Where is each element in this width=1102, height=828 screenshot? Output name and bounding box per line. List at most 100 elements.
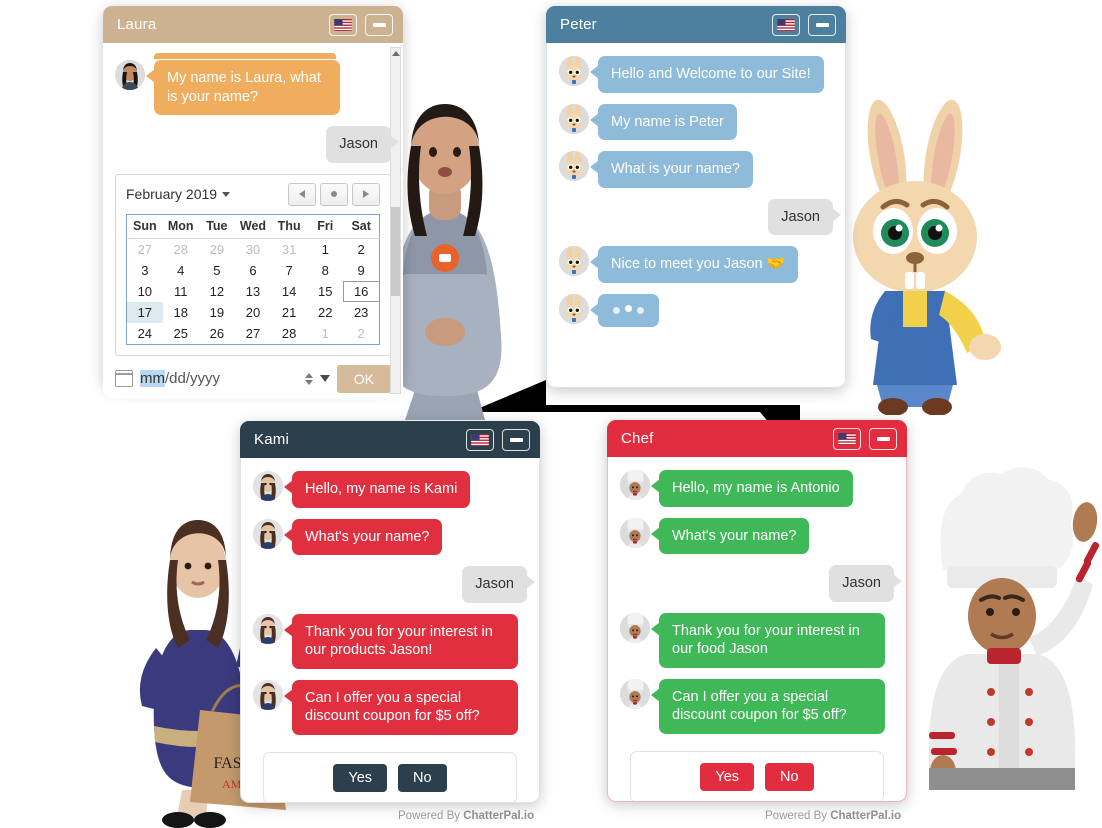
- calendar-week-row: 10 11 12 13 14 15 16: [127, 280, 380, 302]
- calendar-day[interactable]: 4: [163, 260, 199, 281]
- calendar-weekday: Wed: [234, 214, 272, 239]
- calendar-day[interactable]: 15: [307, 281, 343, 302]
- minimize-icon: [876, 436, 890, 441]
- message-row-bot: Hello, my name is Antonio: [620, 470, 894, 507]
- calendar-day[interactable]: 26: [199, 323, 235, 345]
- calendar-day[interactable]: 9: [343, 260, 379, 281]
- chat-widget-laura[interactable]: Laura My name is Laura, what is your nam…: [103, 6, 403, 398]
- us-flag-icon: [471, 433, 489, 446]
- message-bubble: What's your name?: [650, 517, 810, 555]
- message-bubble-user: Jason: [829, 565, 902, 602]
- date-picker-month-label[interactable]: February 2019: [126, 186, 284, 202]
- powered-by-chef: Powered By ChatterPal.io: [765, 810, 901, 822]
- chat-body-peter: Hello and Welcome to our Site! My name i…: [546, 43, 846, 388]
- date-picker-header: February 2019: [126, 182, 380, 206]
- calendar-day[interactable]: 1: [307, 238, 343, 260]
- minimize-button[interactable]: [808, 13, 836, 36]
- calendar-day[interactable]: 11: [163, 281, 199, 302]
- powered-by-prefix: Powered By: [398, 810, 464, 822]
- quick-reply-yes-button[interactable]: Yes: [333, 763, 388, 792]
- message-row-user: Jason: [559, 198, 841, 236]
- calendar-weekday: Sat: [343, 214, 380, 239]
- date-input-segment-mm[interactable]: mm: [140, 370, 165, 388]
- calendar-day[interactable]: 2: [343, 238, 379, 260]
- language-button[interactable]: [466, 428, 494, 451]
- chat-widget-peter[interactable]: Peter Hello and Welcome to our Site! My …: [546, 6, 846, 388]
- scrollbar-thumb[interactable]: [391, 206, 400, 297]
- background: ChatterPal FASHI Laura My name is Laura,…: [0, 0, 1102, 828]
- calendar-day[interactable]: 29: [199, 238, 235, 260]
- date-picker[interactable]: February 2019 Sun Mon Tue Wed Thu Fri Sat 27 28…: [115, 173, 391, 356]
- language-button[interactable]: [772, 13, 800, 36]
- calendar-day[interactable]: 27: [127, 238, 163, 260]
- calendar-day[interactable]: 1: [307, 323, 343, 345]
- message-bubble-user: Jason: [462, 566, 535, 603]
- calendar-day[interactable]: 3: [127, 260, 163, 281]
- message-row-bot: Thank you for your interest in our produ…: [253, 613, 527, 669]
- date-stepper[interactable]: [304, 372, 313, 385]
- avatar-peter: [559, 293, 589, 324]
- calendar-day[interactable]: 16: [343, 280, 380, 302]
- quick-reply-no-button[interactable]: No: [765, 762, 814, 791]
- avatar-kami: [253, 471, 283, 501]
- calendar-day[interactable]: 2: [343, 323, 379, 345]
- avatar-chef: [620, 612, 650, 643]
- calendar-day[interactable]: 8: [307, 260, 343, 281]
- scroll-up-arrow-icon[interactable]: [392, 49, 399, 58]
- next-month-button[interactable]: [352, 182, 380, 206]
- calendar-day[interactable]: 21: [271, 302, 307, 323]
- calendar-day[interactable]: 12: [199, 281, 235, 302]
- quick-reply-no-button[interactable]: No: [398, 763, 447, 792]
- quick-reply-bar: Yes No: [630, 750, 884, 801]
- typing-dot-icon: [637, 306, 644, 314]
- date-input-row[interactable]: mm/dd/yyyy OK: [115, 364, 391, 393]
- calendar-day[interactable]: 22: [307, 302, 343, 323]
- calendar-day[interactable]: 17: [126, 301, 163, 323]
- calendar-day[interactable]: 18: [163, 302, 199, 323]
- calendar-week-row: 24 25 26 27 28 1 2: [127, 323, 380, 345]
- calendar-day[interactable]: 6: [235, 260, 271, 281]
- calendar-day[interactable]: 24: [127, 323, 163, 345]
- widget-title: Peter: [560, 16, 597, 33]
- chat-scrollbar[interactable]: [390, 47, 401, 394]
- calendar-day[interactable]: 20: [235, 302, 271, 323]
- calendar-day[interactable]: 14: [271, 281, 307, 302]
- calendar-day[interactable]: 25: [163, 323, 199, 345]
- language-button[interactable]: [329, 13, 357, 36]
- calendar-grid[interactable]: Sun Mon Tue Wed Thu Fri Sat 27 28 29 30 31 1 2 3 4 5 6 7 8…: [126, 213, 380, 345]
- date-input-value[interactable]: mm/dd/yyyy: [140, 370, 298, 388]
- calendar-day[interactable]: 28: [271, 323, 307, 345]
- calendar-day[interactable]: 19: [199, 302, 235, 323]
- today-button[interactable]: [320, 182, 348, 206]
- typing-dot-icon: [613, 306, 620, 314]
- message-bubble: My name is Peter: [590, 103, 737, 141]
- calendar-day[interactable]: 30: [235, 238, 271, 260]
- language-button[interactable]: [833, 427, 861, 450]
- minimize-button[interactable]: [502, 428, 530, 451]
- calendar-day[interactable]: 28: [163, 238, 199, 260]
- calendar-day[interactable]: 27: [235, 323, 271, 345]
- calendar-day[interactable]: 5: [199, 260, 235, 281]
- calendar-day[interactable]: 10: [127, 281, 163, 302]
- message-row-bot: What is your name?: [559, 151, 833, 188]
- minimize-button[interactable]: [869, 427, 897, 450]
- powered-by-brand: ChatterPal.io: [463, 810, 535, 822]
- calendar-day[interactable]: 31: [271, 238, 307, 260]
- message-bubble: Can I offer you a special discount coupo…: [284, 679, 518, 735]
- date-dropdown-icon[interactable]: [319, 375, 330, 383]
- calendar-day[interactable]: 7: [271, 260, 307, 281]
- date-ok-button[interactable]: OK: [336, 364, 391, 393]
- powered-by-prefix: Powered By: [765, 810, 831, 822]
- calendar-day[interactable]: 23: [343, 302, 379, 323]
- message-bubble-user: Jason: [326, 126, 399, 163]
- calendar-day[interactable]: 13: [235, 281, 271, 302]
- minimize-button[interactable]: [365, 13, 393, 36]
- quick-reply-yes-button[interactable]: Yes: [700, 762, 755, 791]
- chat-widget-chef[interactable]: Chef Hello, my name is Antonio What's yo…: [607, 420, 907, 802]
- message-row-bot: My name is Laura, what is your name?: [115, 60, 391, 116]
- prev-month-button[interactable]: [288, 182, 316, 206]
- message-bubble: Can I offer you a special discount coupo…: [651, 678, 885, 734]
- chat-widget-kami[interactable]: Kami Hello, my name is Kami What's your …: [240, 421, 540, 803]
- calendar-weekday: Mon: [162, 214, 199, 239]
- us-flag-icon: [334, 18, 352, 31]
